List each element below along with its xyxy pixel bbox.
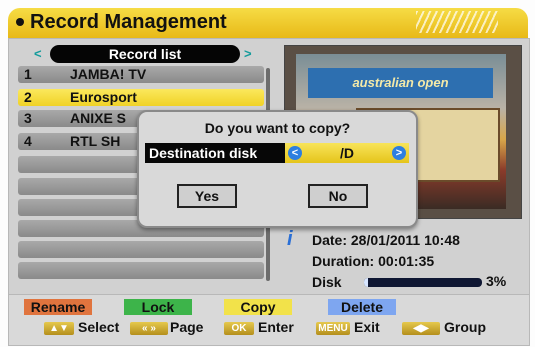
list-item-selected[interactable]: 2 Eurosport (18, 89, 264, 106)
disk-percent: 3% (486, 273, 507, 289)
copy-button[interactable]: Copy (224, 299, 292, 315)
record-management-screen: Record Management < Record list > 1 JAMB… (0, 0, 535, 347)
list-item-name: Eurosport (70, 89, 137, 105)
page-title: Record Management (30, 11, 227, 33)
left-right-arrows-icon: ◀▶ (402, 322, 440, 335)
menu-key-icon: MENU (316, 322, 350, 335)
destination-disk-selector[interactable]: /D < > (285, 143, 409, 163)
list-item-number: 1 (24, 66, 32, 82)
list-prev-arrow-icon[interactable]: < (34, 46, 42, 61)
preview-banner: australian open (308, 68, 493, 98)
dest-next-arrow-icon[interactable]: > (392, 146, 406, 160)
dest-prev-arrow-icon[interactable]: < (288, 146, 302, 160)
disk-usage-fill (364, 278, 368, 287)
list-item-empty[interactable] (18, 262, 264, 279)
rename-button[interactable]: Rename (24, 299, 92, 315)
destination-disk-label: Destination disk (145, 143, 285, 163)
delete-button[interactable]: Delete (328, 299, 396, 315)
hint-group: Group (444, 319, 486, 335)
hint-enter: Enter (258, 319, 294, 335)
destination-disk-value: /D (340, 145, 354, 161)
lock-button[interactable]: Lock (124, 299, 192, 315)
info-icon: i (287, 228, 293, 250)
yes-button[interactable]: Yes (177, 184, 237, 208)
bullet-icon (16, 18, 24, 26)
hint-exit: Exit (354, 319, 380, 335)
list-item-number: 2 (24, 89, 32, 105)
page-arrows-icon: « » (130, 322, 168, 335)
record-date: Date: 28/01/2011 10:48 (312, 232, 460, 248)
stripes-decoration (416, 11, 498, 33)
list-item-name: JAMBA! TV (70, 66, 147, 82)
copy-dialog: Do you want to copy? Destination disk /D… (137, 110, 418, 228)
list-item-number: 3 (24, 110, 32, 126)
ok-key-icon: OK (224, 322, 254, 335)
disk-label: Disk (312, 274, 342, 290)
list-item[interactable]: 1 JAMBA! TV (18, 66, 264, 83)
hint-page: Page (170, 319, 204, 335)
title-bar: Record Management (8, 8, 528, 38)
disk-usage-bar (364, 278, 482, 287)
record-duration: Duration: 00:01:35 (312, 253, 435, 269)
list-item-empty[interactable] (18, 241, 264, 258)
up-down-arrows-icon: ▲▼ (44, 322, 74, 335)
list-item-number: 4 (24, 133, 32, 149)
record-list-header: Record list (50, 45, 240, 63)
no-button[interactable]: No (308, 184, 368, 208)
dialog-question: Do you want to copy? (204, 120, 351, 136)
hint-select: Select (78, 319, 120, 335)
list-next-arrow-icon[interactable]: > (244, 46, 252, 61)
